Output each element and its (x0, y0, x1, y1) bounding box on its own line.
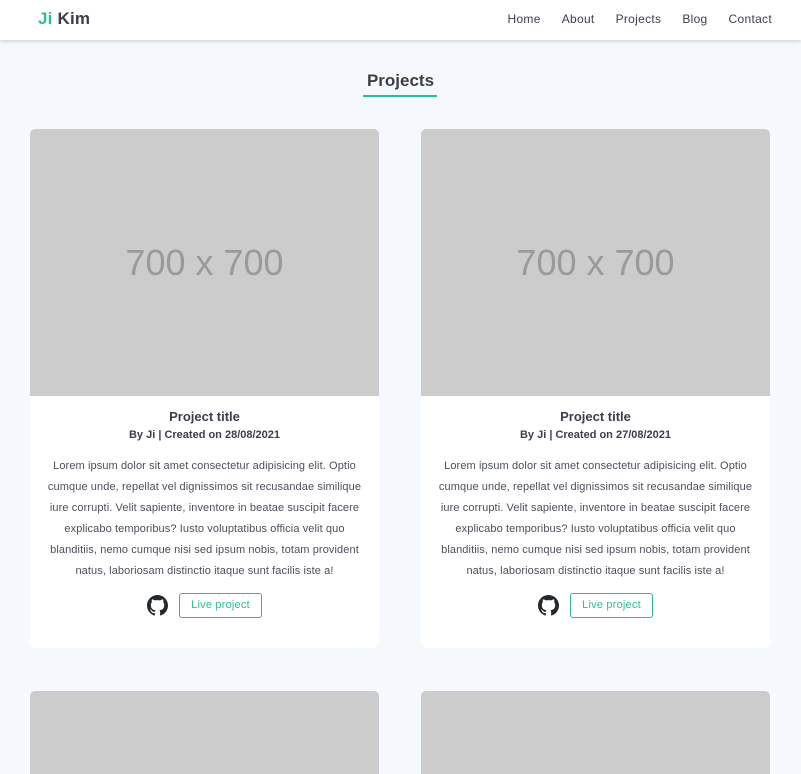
project-description: Lorem ipsum dolor sit amet consectetur a… (438, 460, 753, 577)
page-title: Projects (366, 71, 435, 90)
navbar: Ji Kim Home About Projects Blog Contact (0, 0, 801, 40)
brand-first-name: Ji (38, 9, 53, 28)
nav-links: Home About Projects Blog Contact (486, 12, 772, 26)
brand-last-name: Kim (57, 9, 91, 28)
project-card-partial (421, 691, 770, 774)
project-image-placeholder (421, 691, 770, 774)
project-description: Lorem ipsum dolor sit amet consectetur a… (47, 460, 362, 577)
nav-link-blog[interactable]: Blog (682, 12, 707, 26)
project-title: Project title (560, 409, 631, 424)
github-icon[interactable] (147, 595, 169, 616)
project-card: 700 x 700 Project title By Ji | Created … (30, 129, 379, 648)
project-meta: By Ji | Created on 27/08/2021 (519, 429, 672, 441)
project-card-partial (30, 691, 379, 774)
nav-link-projects[interactable]: Projects (616, 12, 662, 26)
project-image-placeholder: 700 x 700 (30, 129, 379, 396)
project-meta: By Ji | Created on 28/08/2021 (128, 429, 281, 441)
live-project-button[interactable]: Live project (570, 593, 653, 618)
project-actions: Live project (30, 593, 379, 618)
nav-link-contact[interactable]: Contact (729, 12, 772, 26)
nav-link-about[interactable]: About (562, 12, 595, 26)
project-card-body: Project title By Ji | Created on 27/08/2… (421, 396, 770, 618)
project-title: Project title (169, 409, 240, 424)
live-project-button[interactable]: Live project (179, 593, 262, 618)
project-image-placeholder (30, 691, 379, 774)
nav-link-home[interactable]: Home (507, 12, 540, 26)
project-card-body: Project title By Ji | Created on 28/08/2… (30, 396, 379, 618)
project-card: 700 x 700 Project title By Ji | Created … (421, 129, 770, 648)
project-actions: Live project (421, 593, 770, 618)
project-image-placeholder: 700 x 700 (421, 129, 770, 396)
title-underline (363, 95, 437, 97)
image-placeholder-text: 700 x 700 (516, 241, 675, 283)
image-placeholder-text: 700 x 700 (125, 241, 284, 283)
github-icon[interactable] (538, 595, 560, 616)
brand-logo[interactable]: Ji Kim (38, 9, 90, 29)
